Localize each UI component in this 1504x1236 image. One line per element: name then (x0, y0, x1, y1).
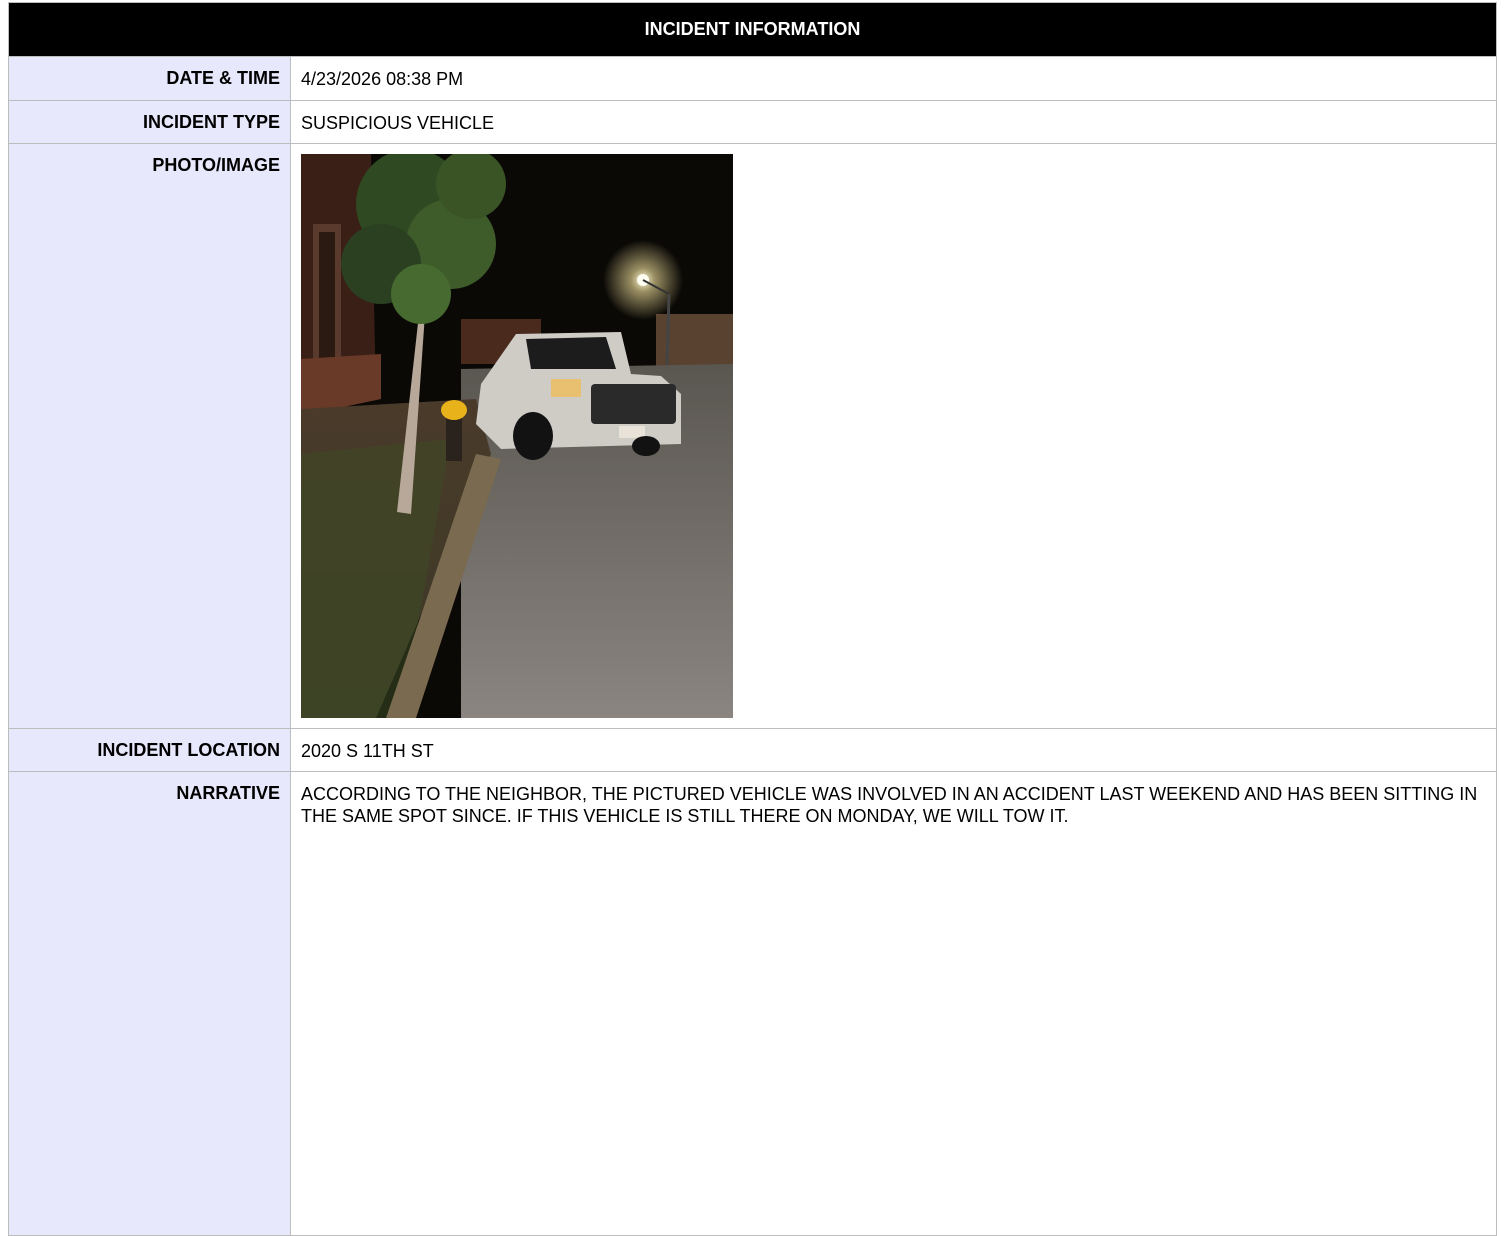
date-time-label: DATE & TIME (9, 57, 291, 100)
report-title: INCIDENT INFORMATION (9, 3, 1496, 57)
incident-type-label: INCIDENT TYPE (9, 101, 291, 143)
row-narrative: NARRATIVE ACCORDING TO THE NEIGHBOR, THE… (9, 772, 1496, 1235)
row-incident-type: INCIDENT TYPE SUSPICIOUS VEHICLE (9, 101, 1496, 144)
row-incident-location: INCIDENT LOCATION 2020 S 11TH ST (9, 729, 1496, 772)
incident-type-value: SUSPICIOUS VEHICLE (301, 113, 495, 133)
narrative-label: NARRATIVE (9, 772, 291, 1235)
photo-cell (291, 144, 1496, 728)
incident-report: INCIDENT INFORMATION DATE & TIME 4/23/20… (8, 2, 1497, 1236)
narrative-value: ACCORDING TO THE NEIGHBOR, THE PICTURED … (301, 784, 1478, 826)
incident-location-value: 2020 S 11TH ST (301, 741, 434, 761)
row-date-time: DATE & TIME 4/23/2026 08:38 PM (9, 57, 1496, 101)
incident-photo[interactable] (301, 154, 733, 718)
date-time-value: 4/23/2026 08:38 PM (301, 69, 464, 89)
photo-label: PHOTO/IMAGE (9, 144, 291, 728)
row-photo: PHOTO/IMAGE (9, 144, 1496, 729)
incident-location-label: INCIDENT LOCATION (9, 729, 291, 771)
